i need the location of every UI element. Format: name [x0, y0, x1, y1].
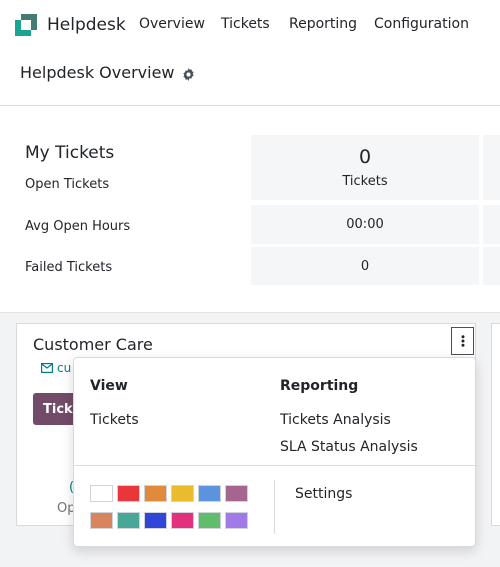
- color-swatch-violet[interactable]: [225, 512, 248, 529]
- color-swatch-purple[interactable]: [225, 485, 248, 502]
- envelope-icon: [41, 363, 53, 373]
- my-tickets-panel: My Tickets Open Tickets Avg Open Hours F…: [0, 106, 500, 313]
- nav-overview[interactable]: Overview: [139, 16, 205, 32]
- team-menu-button[interactable]: [451, 327, 474, 355]
- nav-reporting[interactable]: Reporting: [289, 16, 357, 32]
- dropdown-view-tickets[interactable]: Tickets: [90, 412, 139, 428]
- open-tickets-label: Open Tickets: [25, 177, 110, 192]
- dropdown-divider: [74, 465, 475, 466]
- dropdown-tickets-analysis[interactable]: Tickets Analysis: [280, 412, 391, 428]
- my-tickets-title: My Tickets: [25, 143, 115, 163]
- page-title: Helpdesk Overview: [20, 63, 195, 82]
- color-swatch-blue[interactable]: [144, 512, 167, 529]
- team-title: Customer Care: [33, 335, 153, 354]
- kebab-vertical-icon: [461, 335, 464, 347]
- color-swatch-green[interactable]: [198, 512, 221, 529]
- dropdown-view-header: View: [90, 378, 128, 394]
- stats-cell-clipped: [483, 135, 500, 200]
- top-navbar: Helpdesk Overview Tickets Reporting Conf…: [0, 0, 500, 50]
- stats-cell-clipped: [483, 247, 500, 285]
- team-card-dropdown: View Tickets Reporting Tickets Analysis …: [73, 357, 476, 547]
- color-swatch-orange[interactable]: [144, 485, 167, 502]
- color-swatch-pink[interactable]: [171, 512, 194, 529]
- team-email[interactable]: cu: [41, 361, 71, 375]
- color-swatch-teal[interactable]: [117, 512, 140, 529]
- helpdesk-logo-icon: [15, 14, 37, 36]
- avg-open-hours-cell[interactable]: 00:00: [251, 205, 479, 244]
- app-brand[interactable]: Helpdesk: [15, 14, 126, 36]
- gear-icon[interactable]: [182, 66, 195, 81]
- color-swatch-yellow[interactable]: [171, 485, 194, 502]
- app-name: Helpdesk: [47, 15, 126, 35]
- avg-open-hours-value: 00:00: [346, 217, 384, 232]
- open-tickets-count: 0: [358, 146, 372, 168]
- nav-configuration[interactable]: Configuration: [374, 16, 469, 32]
- avg-open-hours-label: Avg Open Hours: [25, 219, 131, 234]
- dropdown-reporting-header: Reporting: [280, 378, 359, 394]
- color-swatch-white[interactable]: [90, 485, 113, 502]
- dropdown-sla-status-analysis[interactable]: SLA Status Analysis: [280, 439, 418, 455]
- team-card-next: [491, 323, 500, 526]
- page-title-text: Helpdesk Overview: [20, 63, 175, 82]
- open-tickets-cell[interactable]: 0 Tickets: [251, 135, 479, 200]
- team-tickets-button-label: Tick: [43, 401, 73, 417]
- color-swatch-light-blue[interactable]: [198, 485, 221, 502]
- control-panel: Helpdesk Overview: [0, 50, 500, 106]
- open-tickets-caption: Tickets: [342, 174, 388, 189]
- dropdown-settings[interactable]: Settings: [295, 486, 352, 502]
- dropdown-vertical-divider: [274, 480, 275, 534]
- color-swatch-salmon[interactable]: [90, 512, 113, 529]
- team-email-text: cu: [57, 361, 72, 375]
- failed-tickets-cell[interactable]: 0: [251, 247, 479, 285]
- color-swatch-red[interactable]: [117, 485, 140, 502]
- failed-tickets-value: 0: [360, 258, 370, 274]
- failed-tickets-label: Failed Tickets: [25, 260, 113, 275]
- stats-cell-clipped: [483, 205, 500, 244]
- nav-tickets[interactable]: Tickets: [221, 16, 270, 32]
